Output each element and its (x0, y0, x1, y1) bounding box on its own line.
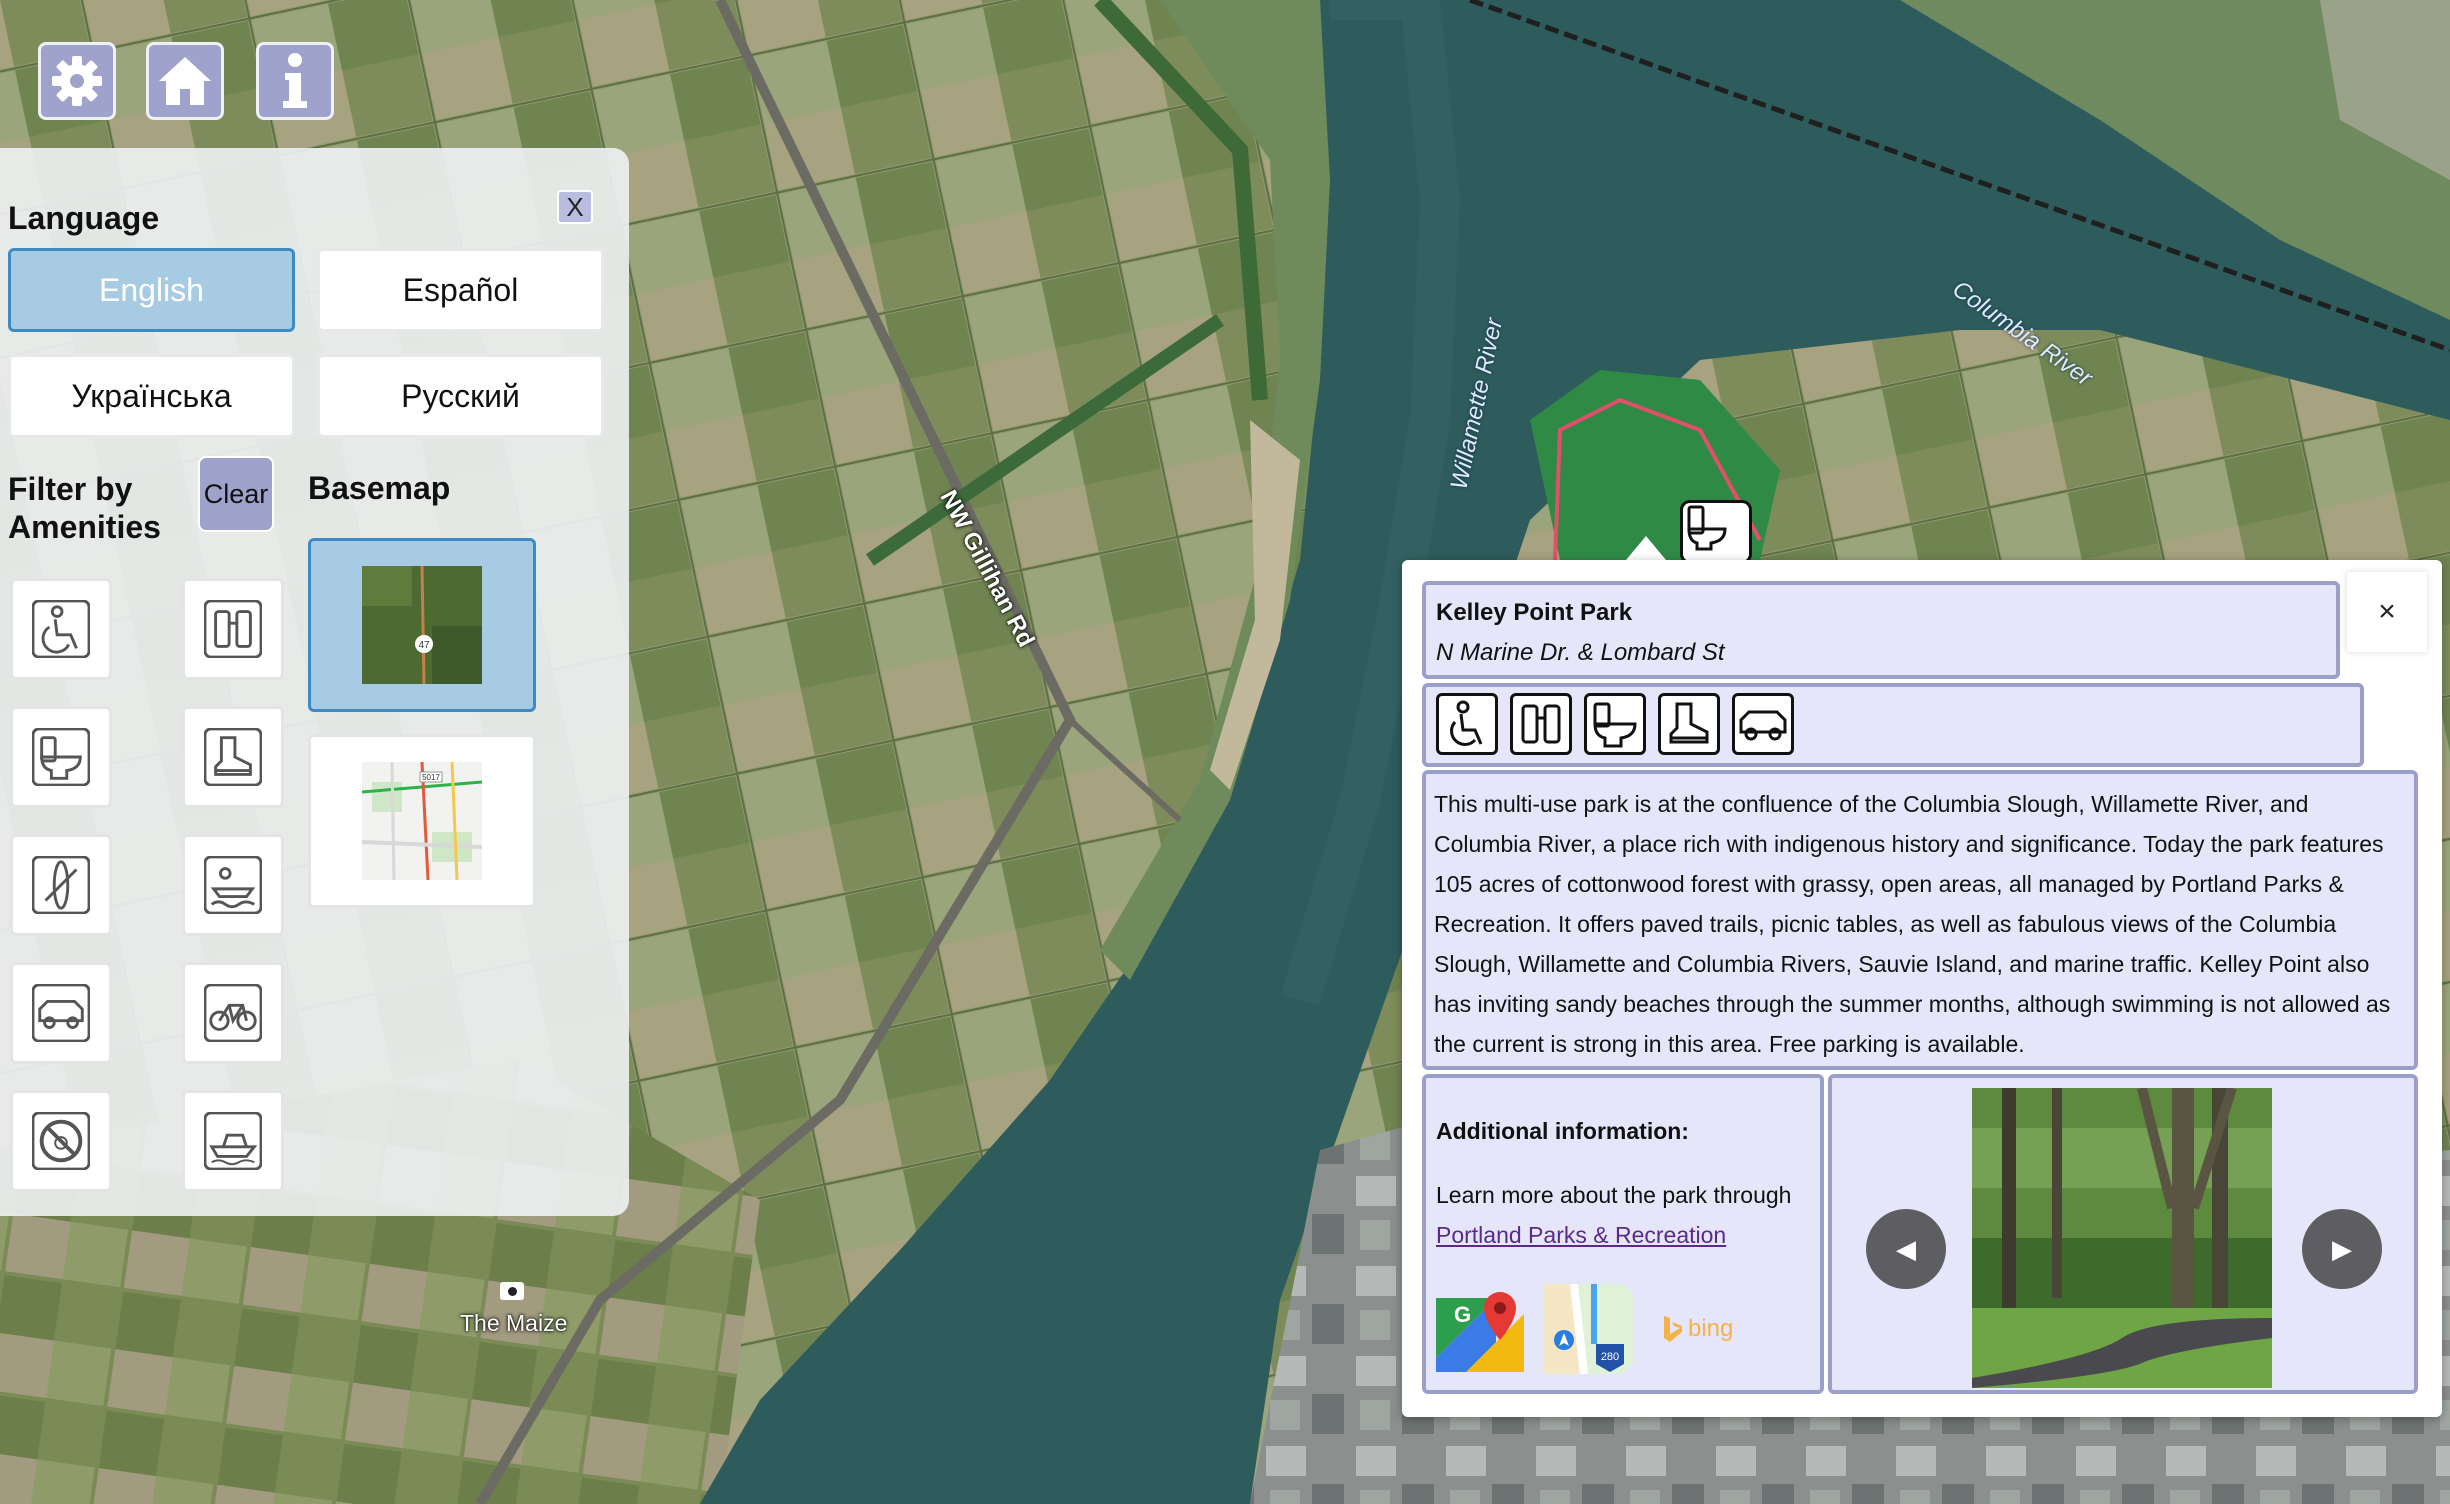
filter-no-pets-button[interactable] (10, 1090, 112, 1192)
popup-close-button[interactable]: × (2347, 572, 2427, 652)
bing-label: bing (1688, 1315, 1734, 1342)
filter-parking-button[interactable] (10, 962, 112, 1064)
parking-icon (1739, 710, 1787, 741)
svg-text:G: G (1454, 1302, 1471, 1327)
basemap-badge: 47 (418, 640, 430, 651)
language-russian-button[interactable]: Русский (317, 354, 604, 438)
basemap-satellite-button[interactable]: 47 (308, 538, 536, 712)
bing-link[interactable]: bing (1662, 1314, 1733, 1344)
wheelchair-icon (32, 600, 90, 658)
carousel-prev-button[interactable]: ◀ (1866, 1209, 1946, 1289)
popup-amenity-restroom (1584, 693, 1646, 755)
basemap-street-button[interactable]: 5017 (308, 734, 536, 908)
carousel-next-button[interactable]: ▶ (2302, 1209, 2382, 1289)
language-english-button[interactable]: English (8, 248, 295, 332)
photo-carousel: ◀ ▶ (1828, 1074, 2418, 1394)
forest-photo (1972, 1086, 2272, 1388)
popup-amenity-binoculars (1510, 693, 1572, 755)
google-maps-icon: G (1436, 1292, 1524, 1372)
park-description: This multi-use park is at the confluence… (1434, 791, 2391, 1057)
gear-icon (52, 56, 102, 106)
additional-info-box: Additional information: Learn more about… (1422, 1074, 1824, 1394)
home-button[interactable] (146, 42, 224, 120)
street-badge: 5017 (422, 773, 440, 782)
settings-button[interactable] (38, 42, 116, 120)
boat-launch-icon (204, 856, 262, 914)
hiking-boot-icon (204, 728, 262, 786)
no-pets-icon (32, 1112, 90, 1170)
additional-info-title: Additional information: (1436, 1118, 1689, 1144)
satellite-thumbnail: 47 (362, 566, 482, 684)
language-title: Language (8, 200, 160, 236)
motorboat-icon (204, 1112, 262, 1170)
panel-close-button[interactable]: X (557, 190, 593, 224)
wheelchair-icon (1450, 700, 1483, 746)
language-espanol-button[interactable]: Español (317, 248, 604, 332)
binoculars-icon (1521, 704, 1561, 744)
filter-title: Filter by Amenities (8, 470, 161, 546)
popup-amenity-parking (1732, 693, 1794, 755)
basemap-title: Basemap (308, 470, 451, 506)
restroom-icon (32, 728, 90, 786)
filter-title-line2: Amenities (8, 509, 161, 545)
info-icon (283, 53, 307, 108)
filter-wheelchair-button[interactable] (10, 578, 112, 680)
filter-title-line1: Filter by (8, 471, 133, 507)
restroom-map-marker[interactable] (1680, 500, 1752, 564)
apple-maps-badge: 280 (1601, 1351, 1619, 1363)
popup-amenity-wheelchair (1436, 693, 1498, 755)
popup-amenity-hiking (1658, 693, 1720, 755)
apple-maps-icon: 280 (1544, 1283, 1634, 1375)
parks-rec-link[interactable]: Portland Parks & Recreation (1436, 1222, 1726, 1249)
bicycle-icon (204, 984, 262, 1042)
parking-icon (32, 984, 90, 1042)
street-thumbnail: 5017 (362, 762, 482, 880)
binoculars-icon (204, 600, 262, 658)
filter-kayak-button[interactable] (10, 834, 112, 936)
filter-hiking-button[interactable] (182, 706, 284, 808)
apple-maps-link[interactable]: 280 (1544, 1283, 1634, 1375)
popup-header: Kelley Point Park N Marine Dr. & Lombard… (1422, 581, 2340, 679)
bing-icon (1664, 1316, 1682, 1342)
park-title: Kelley Point Park (1436, 599, 1633, 626)
home-icon (159, 57, 211, 105)
filter-motorboat-button[interactable] (182, 1090, 284, 1192)
filter-boat-launch-button[interactable] (182, 834, 284, 936)
filter-bicycle-button[interactable] (182, 962, 284, 1064)
info-button[interactable] (256, 42, 334, 120)
learn-more-text: Learn more about the park through (1436, 1182, 1792, 1208)
hiking-boot-icon (1669, 702, 1709, 744)
google-maps-link[interactable]: G (1436, 1288, 1524, 1372)
popup-pointer (1626, 536, 1666, 560)
kayak-icon (32, 856, 90, 914)
language-ukrainian-button[interactable]: Українська (8, 354, 295, 438)
park-photo (1972, 1086, 2272, 1388)
camera-icon[interactable] (500, 1282, 524, 1300)
filter-binoculars-button[interactable] (182, 578, 284, 680)
poi-label[interactable]: The Maize (460, 1310, 567, 1337)
filter-restroom-button[interactable] (10, 706, 112, 808)
clear-filter-button[interactable]: Clear (198, 456, 274, 532)
restroom-icon (1593, 702, 1637, 748)
restroom-icon (1687, 505, 1727, 551)
park-address: N Marine Dr. & Lombard St (1436, 639, 1725, 666)
